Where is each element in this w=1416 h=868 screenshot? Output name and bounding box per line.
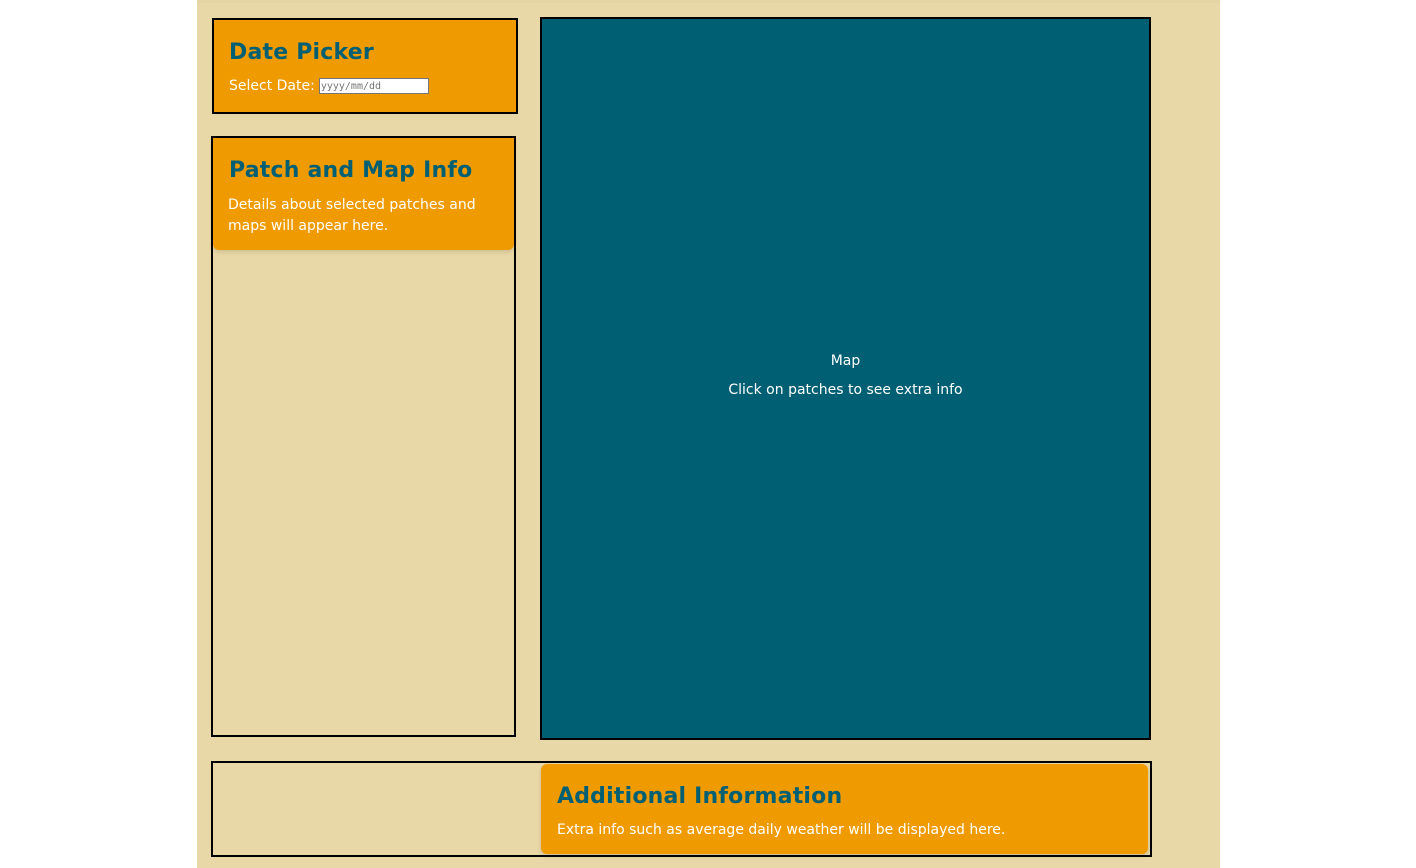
patch-info-title: Patch and Map Info — [229, 158, 473, 183]
date-picker-title: Date Picker — [229, 40, 374, 65]
additional-info-title: Additional Information — [557, 784, 843, 809]
patch-info-card: Patch and Map Info Details about selecte… — [213, 138, 514, 250]
additional-info-panel: Additional Information Extra info such a… — [211, 761, 1152, 857]
patch-info-panel: Patch and Map Info Details about selecte… — [211, 136, 516, 737]
map-title: Map — [830, 353, 861, 369]
map-area[interactable]: Map Click on patches to see extra info — [540, 17, 1151, 740]
page-top-edge — [197, 0, 1220, 3]
select-date-label: Select Date: — [229, 78, 315, 94]
additional-info-text: Extra info such as average daily weather… — [557, 822, 1006, 838]
date-input[interactable] — [318, 78, 429, 94]
additional-info-card: Additional Information Extra info such a… — [541, 764, 1148, 854]
map-instructions: Click on patches to see extra info — [728, 382, 963, 398]
patch-info-text: Details about selected patches and maps … — [228, 197, 476, 234]
date-picker-card: Date Picker Select Date: — [212, 18, 518, 114]
date-picker-row: Select Date: — [229, 78, 429, 94]
